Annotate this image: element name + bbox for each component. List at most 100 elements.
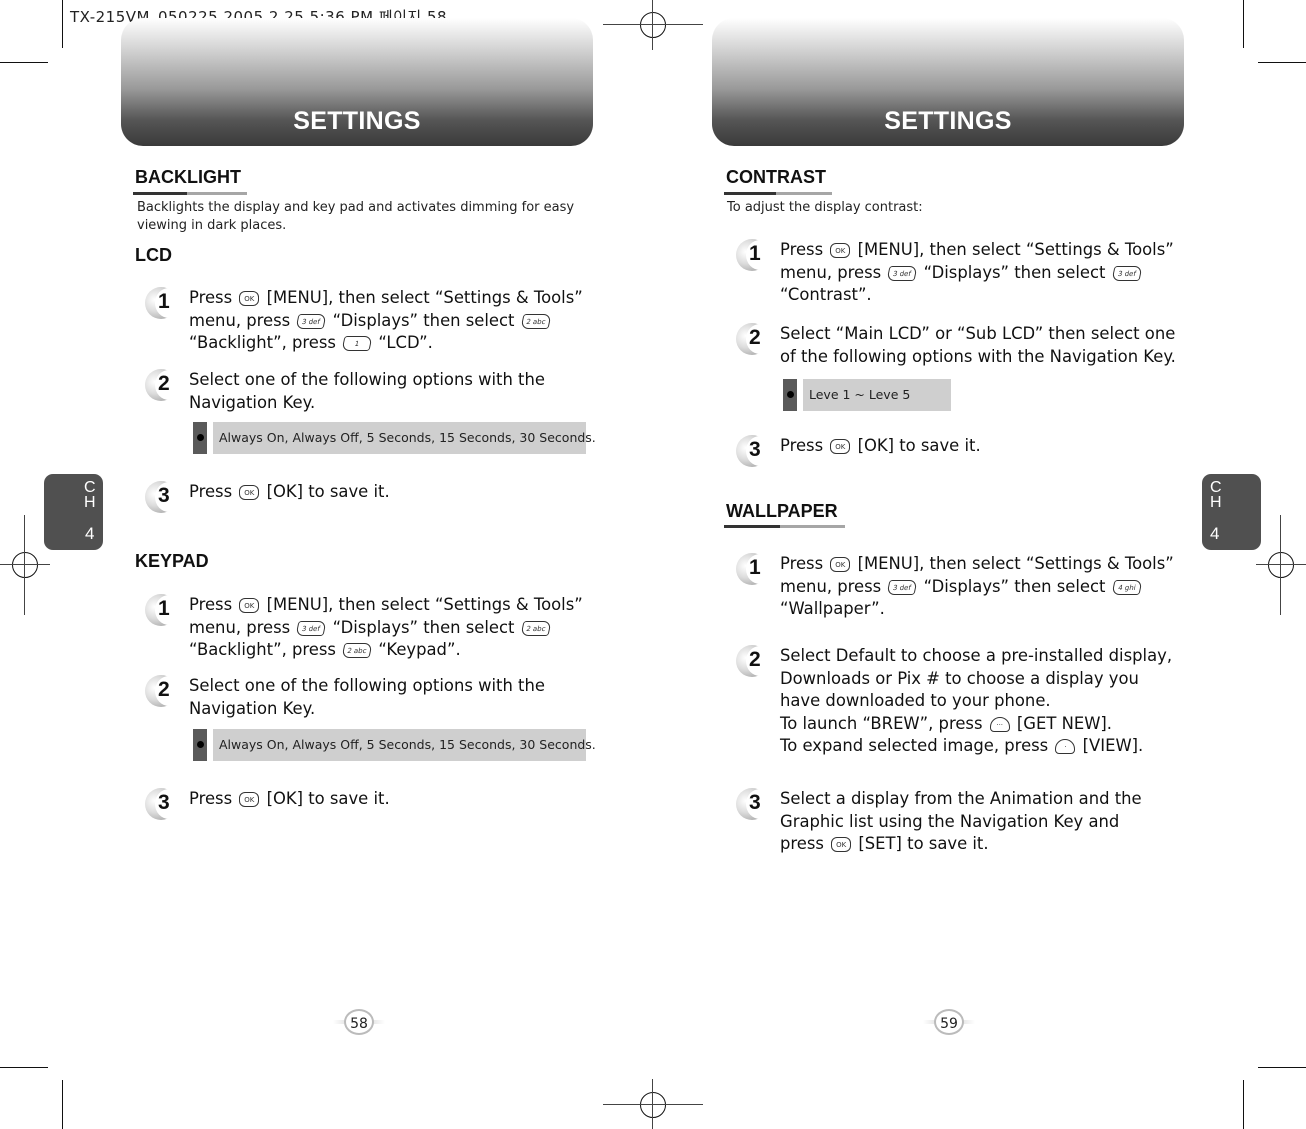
number-key-icon: 2 abc [341, 643, 373, 659]
step-line: Select one of the following options with… [189, 370, 545, 389]
crop-mark [0, 1067, 48, 1068]
step-text: Press OK [MENU], then select “Settings &… [189, 594, 583, 662]
step-number-badge: 2 [145, 369, 183, 403]
step-text: Select one of the following options with… [189, 369, 545, 414]
step-number-badge: 3 [736, 435, 774, 469]
step-line: Select “Main LCD” or “Sub LCD” then sele… [780, 324, 1176, 343]
step-line: Select one of the following options with… [189, 676, 545, 695]
step-number-badge: 3 [145, 788, 183, 822]
step-line: Graphic list using the Navigation Key an… [780, 811, 1120, 831]
ok-key-icon: OK [239, 291, 260, 306]
ok-key-icon: OK [831, 837, 852, 853]
number-key-icon: 3 def [886, 265, 919, 281]
section-underline [724, 525, 845, 528]
number-key-icon: 2 abc [520, 620, 552, 636]
section-title-wallpaper: WALLPAPER [726, 501, 838, 521]
soft-key-icon: · [1055, 739, 1076, 755]
step-text: Press OK [OK] to save it. [780, 435, 981, 458]
step-line: “Backlight”, press 2 abc “Keypad”. [189, 640, 461, 660]
step-number: 1 [749, 556, 761, 579]
section-description: Backlights the display and key pad and a… [137, 200, 575, 233]
bullet-icon [197, 434, 204, 441]
step-number-badge: 2 [145, 675, 183, 709]
page-number-right: 59 [934, 1009, 964, 1035]
step-line: Press OK [OK] to save it. [189, 482, 390, 501]
step-text: Press OK [MENU], then select “Settings &… [780, 239, 1174, 307]
step-number-badge: 1 [736, 553, 774, 587]
number-key-icon: 1 [341, 336, 373, 352]
crop-mark [62, 1080, 63, 1129]
step-number-badge: 3 [736, 788, 774, 822]
step-text: Press OK [MENU], then select “Settings &… [189, 287, 583, 355]
bullet-bar [193, 422, 207, 454]
step-line: Select a display from the Animation and … [780, 789, 1142, 808]
page-number-left: 58 [344, 1009, 374, 1035]
ok-key-icon: OK [239, 792, 260, 807]
step-line: menu, press 3 def “Displays” then select… [189, 617, 583, 640]
options-text: Always On, Always Off, 5 Seconds, 15 Sec… [219, 737, 596, 752]
step-text: Press OK [MENU], then select “Settings &… [780, 553, 1174, 621]
step-number-badge: 1 [736, 239, 774, 273]
step-number: 1 [158, 290, 170, 313]
soft-key-icon: ··· [989, 716, 1010, 732]
step-number-badge: 2 [736, 645, 774, 679]
step-line: Press OK [OK] to save it. [780, 436, 981, 455]
step-number-badge: 2 [736, 323, 774, 357]
step-text: Select a display from the Animation and … [780, 788, 1142, 856]
step-line: menu, press 3 def “Displays” then select… [189, 310, 583, 333]
section-underline [133, 192, 247, 195]
number-key-icon: 2 abc [520, 313, 552, 329]
step-number: 3 [749, 438, 761, 461]
crop-mark [0, 62, 48, 63]
step-number: 1 [158, 597, 170, 620]
step-line: Press OK [MENU], then select “Settings &… [189, 595, 583, 614]
subsection-title-lcd: LCD [135, 245, 172, 265]
crop-mark [1243, 0, 1244, 48]
step-number: 3 [158, 791, 170, 814]
page-title: SETTINGS [293, 107, 421, 135]
step-number: 2 [749, 648, 761, 671]
step-line: “Backlight”, press 1 “LCD”. [189, 333, 433, 353]
crop-mark [1243, 1080, 1244, 1129]
step-text: Select “Main LCD” or “Sub LCD” then sele… [780, 323, 1176, 368]
chapter-tab-left: CH 4 [44, 474, 103, 550]
step-line: Navigation Key. [189, 698, 316, 718]
step-text: Select Default to choose a pre-installed… [780, 645, 1172, 758]
chapter-letters: CH [84, 479, 96, 511]
number-key-icon: 3 def [1111, 265, 1143, 281]
step-number: 1 [749, 242, 761, 265]
step-number: 2 [749, 326, 761, 349]
bullet-bar [193, 729, 207, 761]
crop-mark [1258, 1067, 1306, 1068]
step-text: Select one of the following options with… [189, 675, 545, 720]
number-key-icon: 3 def [886, 579, 919, 595]
bullet-bar [783, 379, 797, 411]
crop-mark [62, 0, 63, 48]
step-number: 2 [158, 372, 170, 395]
step-line: menu, press 3 def “Displays” then select… [780, 576, 1174, 599]
bullet-icon [197, 741, 204, 748]
section-description: To adjust the display contrast: [727, 200, 923, 215]
step-line: Press OK [OK] to save it. [189, 789, 390, 808]
chapter-number: 4 [1210, 524, 1220, 543]
step-line: Press OK [MENU], then select “Settings &… [189, 288, 583, 307]
step-line: Press OK [MENU], then select “Settings &… [780, 240, 1174, 259]
step-number: 2 [158, 678, 170, 701]
step-text: Press OK [OK] to save it. [189, 481, 390, 504]
chapter-letters: CH [1210, 479, 1222, 511]
step-number: 3 [158, 484, 170, 507]
step-line: To launch “BREW”, press ··· [GET NEW]. [780, 713, 1113, 733]
number-key-icon: 4 ghi [1111, 579, 1143, 595]
step-line: Select Default to choose a pre-installed… [780, 646, 1173, 665]
step-line: press OK [SET] to save it. [780, 834, 989, 854]
ok-key-icon: OK [239, 598, 260, 613]
bullet-icon [787, 391, 794, 398]
section-title-backlight: BACKLIGHT [135, 167, 241, 187]
step-line: of the following options with the Naviga… [780, 346, 1176, 366]
chapter-tab-right: CH 4 [1202, 474, 1261, 550]
step-line: Downloads or Pix # to choose a display y… [780, 668, 1139, 688]
options-text: Leve 1 ~ Leve 5 [809, 387, 911, 402]
section-title-contrast: CONTRAST [726, 167, 826, 187]
step-text: Press OK [OK] to save it. [189, 788, 390, 811]
step-number-badge: 1 [145, 594, 183, 628]
